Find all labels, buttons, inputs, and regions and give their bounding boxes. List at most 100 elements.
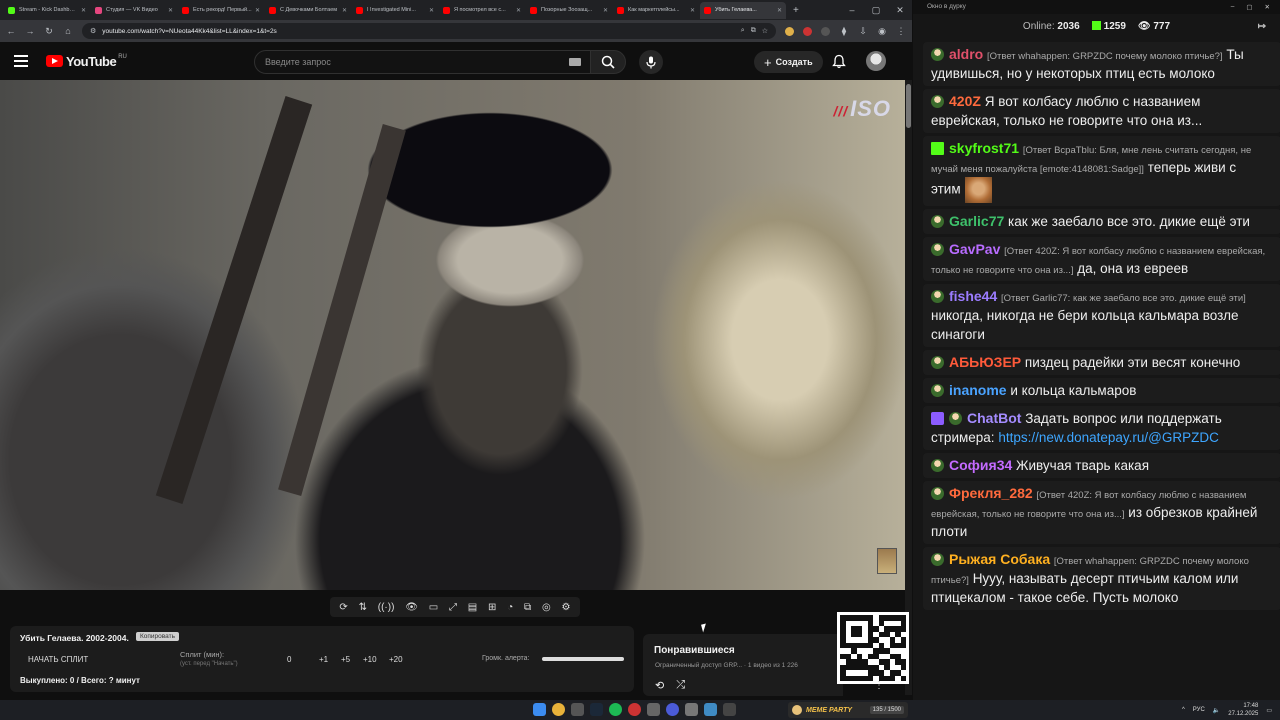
chat-username[interactable]: inanome	[949, 382, 1007, 398]
tab-close-icon[interactable]: ✕	[516, 7, 521, 14]
player-tool-icon[interactable]: ⟳	[339, 602, 347, 613]
site-info-icon[interactable]: ⚙	[90, 27, 96, 35]
chat-username[interactable]: София34	[949, 457, 1012, 473]
shuffle-icon[interactable]: ⤮	[676, 679, 685, 692]
chat-username[interactable]: АБЬЮЗЕР	[949, 354, 1021, 370]
zoom-icon[interactable]: ⌕	[741, 27, 745, 35]
account-avatar[interactable]	[866, 51, 886, 71]
app-icon[interactable]	[628, 703, 641, 716]
split-value[interactable]: 0	[287, 655, 291, 664]
clock[interactable]: 17:48 27.12.2025	[1228, 702, 1258, 718]
browser-tab[interactable]: I Investigated Mini... ✕	[352, 2, 438, 19]
app-icon[interactable]	[704, 703, 717, 716]
chat-username[interactable]: Рыжая Собака	[949, 551, 1050, 567]
minimize-icon[interactable]: –	[840, 5, 864, 16]
meme-party-widget[interactable]: MEME PARTY 135 / 1500	[788, 702, 908, 718]
chat-username[interactable]: 420Z	[949, 93, 981, 109]
youtube-logo[interactable]: YouTube RU	[46, 54, 127, 69]
tab-close-icon[interactable]: ✕	[168, 7, 173, 14]
tab-close-icon[interactable]: ✕	[429, 7, 434, 14]
browser-tab[interactable]: Stream - Kick Dashboard ✕	[4, 2, 90, 19]
extensions-puzzle-icon[interactable]: ⧫	[839, 26, 849, 37]
player-tool-icon[interactable]: ((·))	[378, 602, 395, 613]
spotify-icon[interactable]	[609, 703, 622, 716]
page-scrollbar[interactable]	[905, 80, 912, 695]
keyboard-icon[interactable]	[569, 58, 581, 66]
maximize-icon[interactable]: ▢	[1246, 3, 1252, 14]
tab-close-icon[interactable]: ✕	[255, 7, 260, 14]
browser-tab[interactable]: Студия — VK Видео ✕	[91, 2, 177, 19]
search-input[interactable]: Введите запрос	[254, 50, 592, 74]
chat-username[interactable]: skyfrost71	[949, 140, 1019, 156]
start-icon[interactable]	[533, 703, 546, 716]
player-tool-icon[interactable]: ▭	[429, 602, 438, 613]
menu-icon[interactable]	[14, 55, 28, 67]
tab-close-icon[interactable]: ✕	[342, 7, 347, 14]
browser-tab[interactable]: Есть рекорд! Первый... ✕	[178, 2, 264, 19]
language-indicator[interactable]: РУС	[1193, 707, 1205, 713]
explorer-icon[interactable]	[571, 703, 584, 716]
start-split-button[interactable]: НАЧАТЬ СПЛИТ	[28, 655, 88, 664]
increment-5-button[interactable]: +5	[341, 655, 350, 664]
video-player[interactable]: ///ISO	[0, 80, 905, 590]
minimize-icon[interactable]: –	[1231, 3, 1235, 14]
tab-close-icon[interactable]: ✕	[603, 7, 608, 14]
menu-dots-icon[interactable]: ⋮	[896, 26, 906, 37]
browser-tab[interactable]: Позорные Зоозащ... ✕	[526, 2, 612, 19]
app-icon[interactable]	[685, 703, 698, 716]
player-tool-icon[interactable]: ⚙	[562, 602, 571, 613]
browser-tab[interactable]: Убить Гелаева... ✕	[700, 1, 786, 19]
steam-icon[interactable]	[590, 703, 603, 716]
download-icon[interactable]: ⇩	[858, 26, 868, 37]
alert-volume-slider[interactable]	[542, 657, 624, 661]
browser-tab[interactable]: Как маркетплейсы... ✕	[613, 2, 699, 19]
player-tool-icon[interactable]: ◔	[507, 602, 513, 613]
notification-icon[interactable]: ▭	[1266, 707, 1272, 714]
chat-link[interactable]: https://new.donatepay.ru/@GRPZDC	[998, 430, 1219, 445]
chat-username[interactable]: aldro	[949, 46, 983, 62]
notifications-bell-icon[interactable]	[832, 54, 846, 69]
app-icon[interactable]	[647, 703, 660, 716]
increment-20-button[interactable]: +20	[389, 655, 403, 664]
tab-close-icon[interactable]: ✕	[690, 7, 695, 14]
extension-icon[interactable]	[803, 26, 812, 36]
back-icon[interactable]: ←	[6, 26, 16, 36]
chat-username[interactable]: fishe44	[949, 288, 997, 304]
voice-search-button[interactable]	[639, 50, 663, 74]
app-icon[interactable]	[723, 703, 736, 716]
bookmark-star-icon[interactable]: ☆	[762, 27, 768, 35]
forward-icon[interactable]: →	[25, 26, 35, 36]
maximize-icon[interactable]: ▢	[864, 5, 888, 16]
more-options-icon[interactable]: ⋮	[874, 680, 884, 691]
tab-close-icon[interactable]: ✕	[777, 7, 782, 14]
increment-1-button[interactable]: +1	[319, 655, 328, 664]
copy-button[interactable]: Копировать	[136, 632, 179, 641]
extension-icon[interactable]	[785, 26, 794, 36]
chat-username[interactable]: Garlic77	[949, 213, 1004, 229]
player-tool-icon[interactable]: ⇅	[359, 602, 367, 613]
player-tool-icon[interactable]: ⊞	[488, 602, 496, 613]
tray-chevron-icon[interactable]: ^	[1182, 707, 1185, 713]
volume-icon[interactable]: 🔈	[1213, 707, 1220, 714]
player-tool-icon[interactable]: ◎	[542, 602, 551, 613]
chat-username[interactable]: ChatBot	[967, 410, 1021, 426]
player-tool-icon[interactable]: 👁	[405, 602, 418, 613]
scrollbar-thumb[interactable]	[906, 84, 911, 128]
chat-expand-icon[interactable]: ↦	[1258, 21, 1266, 32]
install-icon[interactable]: ⧉	[751, 27, 756, 35]
player-tool-icon[interactable]: ▤	[468, 602, 477, 613]
playlist-title[interactable]: Понравившиеся	[654, 645, 735, 656]
tab-close-icon[interactable]: ✕	[81, 7, 86, 14]
chrome-icon[interactable]	[552, 703, 565, 716]
create-button[interactable]: + Создать	[754, 51, 823, 73]
close-icon[interactable]: ✕	[1265, 3, 1270, 14]
player-tool-icon[interactable]: ⤢	[449, 602, 457, 613]
chat-username[interactable]: Фрекля_282	[949, 485, 1033, 501]
extension-icon[interactable]	[821, 26, 830, 36]
browser-tab[interactable]: Я посмотрел все с... ✕	[439, 2, 525, 19]
home-icon[interactable]: ⌂	[63, 26, 73, 36]
search-button[interactable]	[590, 50, 626, 74]
url-input[interactable]: ⚙ youtube.com/watch?v=NUeota44Kk4&list=L…	[82, 23, 776, 39]
profile-icon[interactable]: ◉	[877, 26, 887, 37]
close-icon[interactable]: ✕	[888, 5, 912, 16]
